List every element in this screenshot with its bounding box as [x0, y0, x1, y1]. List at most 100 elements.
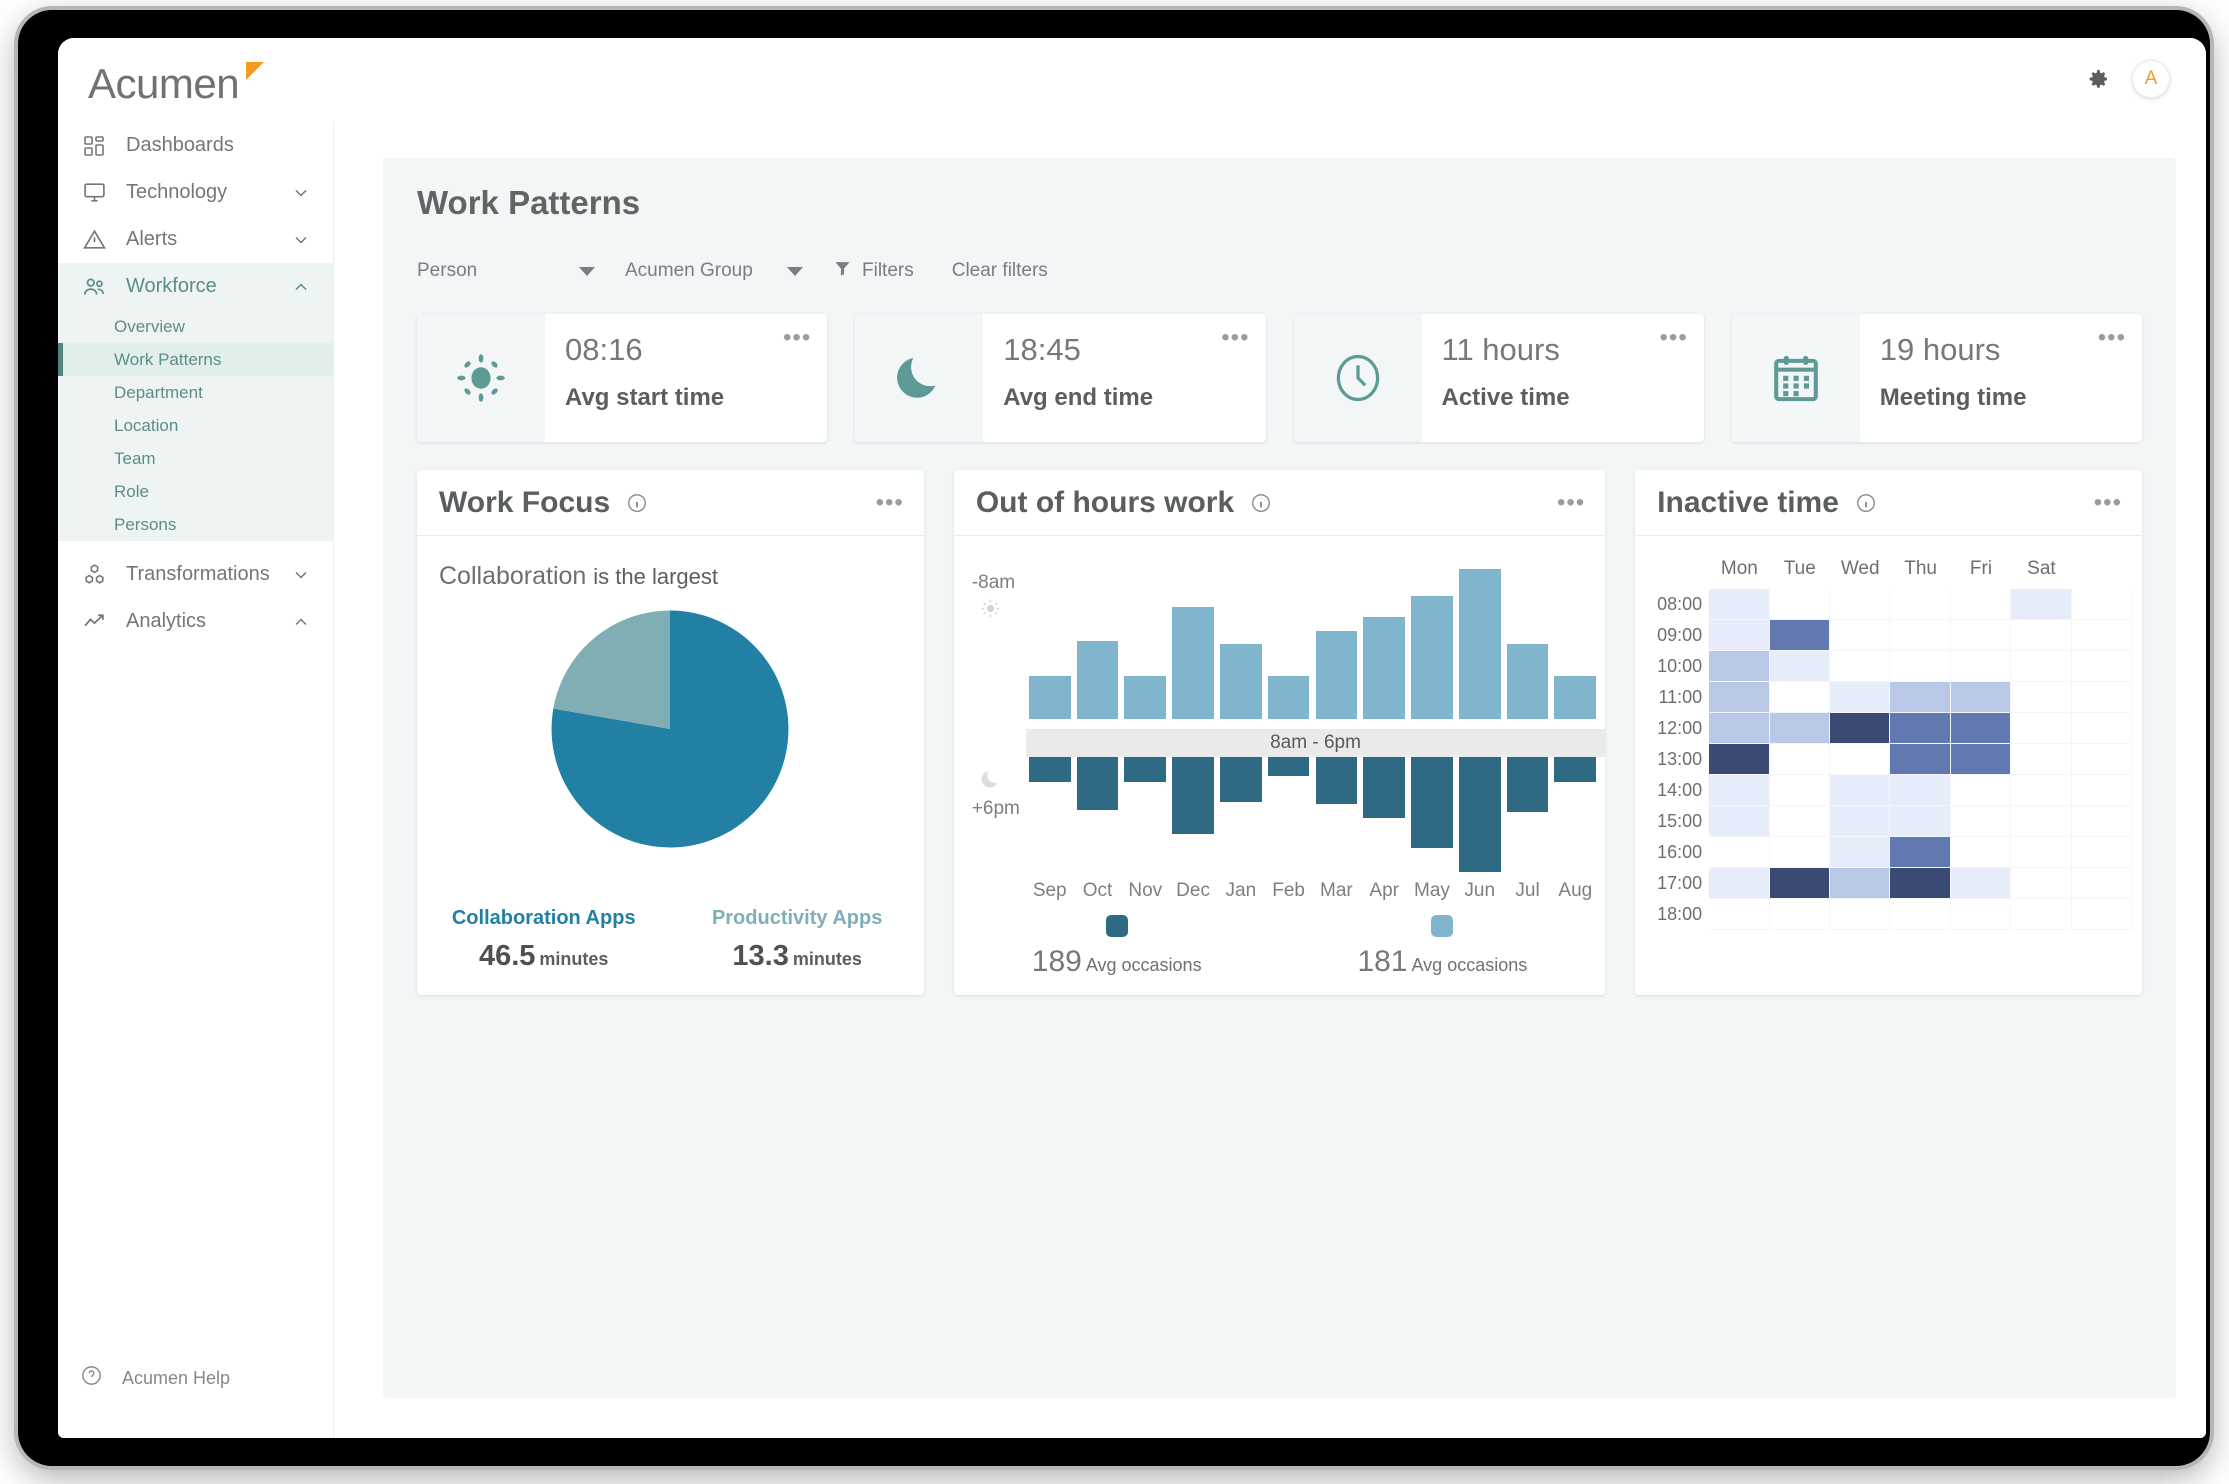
heatmap-cell[interactable]	[2071, 806, 2133, 837]
heatmap-cell[interactable]	[1769, 651, 1830, 682]
heatmap-cell[interactable]	[2011, 868, 2072, 899]
filters-button[interactable]: Filters	[833, 259, 914, 284]
heatmap-cell[interactable]	[1950, 868, 2012, 899]
legend-item-productivity[interactable]: Productivity Apps 13.3 minutes	[670, 907, 923, 973]
info-icon[interactable]	[626, 492, 648, 514]
heatmap-cell[interactable]	[1709, 682, 1770, 713]
widget-menu-icon[interactable]: •••	[1557, 490, 1585, 514]
heatmap-cell[interactable]	[1769, 713, 1830, 744]
heatmap-cell[interactable]	[2071, 744, 2133, 775]
heatmap-cell[interactable]	[1769, 682, 1830, 713]
heatmap-cell[interactable]	[2011, 651, 2072, 682]
bar-column[interactable]	[1169, 574, 1217, 874]
heatmap-cell[interactable]	[2011, 713, 2072, 744]
sidebar-item-work-patterns[interactable]: Work Patterns	[58, 343, 333, 376]
heatmap-cell[interactable]	[1890, 682, 1951, 713]
acumen-help-link[interactable]: Acumen Help	[58, 1364, 230, 1392]
person-select[interactable]: Person	[417, 260, 595, 282]
heatmap-cell[interactable]	[2011, 806, 2072, 837]
heatmap-cell[interactable]	[2071, 713, 2133, 744]
heatmap-cell[interactable]	[1769, 620, 1830, 651]
heatmap-cell[interactable]	[1709, 620, 1770, 651]
gear-icon[interactable]	[2086, 67, 2110, 91]
heatmap-cell[interactable]	[1890, 868, 1951, 899]
heatmap-cell[interactable]	[1829, 651, 1891, 682]
heatmap-cell[interactable]	[1769, 744, 1830, 775]
chevron-down-icon[interactable]	[291, 183, 311, 203]
heatmap-cell[interactable]	[1829, 775, 1891, 806]
app-logo[interactable]: Acumen	[88, 60, 240, 108]
pie-slice[interactable]	[553, 610, 671, 729]
heatmap-cell[interactable]	[2011, 682, 2072, 713]
heatmap-cell[interactable]	[2071, 775, 2133, 806]
kpi-menu-icon[interactable]: •••	[783, 326, 811, 350]
heatmap-cell[interactable]	[1709, 837, 1770, 868]
kpi-card-avg-start-time[interactable]: 08:16 Avg start time •••	[417, 314, 828, 442]
chevron-down-icon[interactable]	[291, 230, 311, 250]
heatmap-cell[interactable]	[1890, 775, 1951, 806]
heatmap-cell[interactable]	[2071, 868, 2133, 899]
out-of-hours-chart[interactable]: -8am +6pm 8am - 6pm Sep Oct Nov Dec Jan …	[954, 536, 1606, 995]
bar-column[interactable]	[1408, 574, 1456, 874]
heatmap-cell[interactable]	[1769, 837, 1830, 868]
bar-column[interactable]	[1313, 574, 1361, 874]
heatmap-cell[interactable]	[1950, 713, 2012, 744]
clear-filters-button[interactable]: Clear filters	[952, 260, 1048, 282]
heatmap-cell[interactable]	[1890, 837, 1951, 868]
sidebar-item-technology[interactable]: Technology	[58, 169, 333, 216]
bar-column[interactable]	[1504, 574, 1552, 874]
heatmap-cell[interactable]	[1769, 775, 1830, 806]
widget-menu-icon[interactable]: •••	[2094, 490, 2122, 514]
sidebar-item-department[interactable]: Department	[58, 376, 333, 409]
heatmap-cell[interactable]	[1769, 868, 1830, 899]
kpi-card-avg-end-time[interactable]: 18:45 Avg end time •••	[855, 314, 1266, 442]
heatmap-cell[interactable]	[1709, 713, 1770, 744]
heatmap-cell[interactable]	[1709, 868, 1770, 899]
heatmap-cell[interactable]	[1829, 682, 1891, 713]
heatmap-cell[interactable]	[1950, 837, 2012, 868]
heatmap-cell[interactable]	[2071, 682, 2133, 713]
heatmap-cell[interactable]	[1769, 899, 1830, 930]
heatmap-cell[interactable]	[2011, 620, 2072, 651]
bar-column[interactable]	[1217, 574, 1265, 874]
heatmap-cell[interactable]	[1829, 837, 1891, 868]
sidebar-item-team[interactable]: Team	[58, 442, 333, 475]
chevron-up-icon[interactable]	[291, 277, 311, 297]
heatmap-cell[interactable]	[1890, 620, 1951, 651]
heatmap-cell[interactable]	[1950, 589, 2012, 620]
heatmap-cell[interactable]	[1890, 713, 1951, 744]
bar-column[interactable]	[1360, 574, 1408, 874]
heatmap-cell[interactable]	[1890, 744, 1951, 775]
heatmap-cell[interactable]	[2011, 775, 2072, 806]
chevron-up-icon[interactable]	[291, 612, 311, 632]
sidebar-item-role[interactable]: Role	[58, 475, 333, 508]
kpi-menu-icon[interactable]: •••	[2098, 326, 2126, 350]
sidebar-item-persons[interactable]: Persons	[58, 508, 333, 541]
kpi-card-active-time[interactable]: 11 hours Active time •••	[1293, 314, 1704, 442]
heatmap-cell[interactable]	[1829, 806, 1891, 837]
heatmap-cell[interactable]	[2011, 837, 2072, 868]
heatmap-cell[interactable]	[1890, 589, 1951, 620]
pie-chart[interactable]	[417, 603, 924, 855]
heatmap-cell[interactable]	[1829, 744, 1891, 775]
heatmap-cell[interactable]	[1950, 744, 2012, 775]
group-select[interactable]: Acumen Group	[625, 260, 803, 282]
heatmap-cell[interactable]	[2011, 589, 2072, 620]
heatmap-cell[interactable]	[1829, 713, 1891, 744]
heatmap-cell[interactable]	[2071, 589, 2133, 620]
legend-item-collaboration[interactable]: Collaboration Apps 46.5 minutes	[417, 907, 670, 973]
heatmap-cell[interactable]	[2011, 899, 2072, 930]
sidebar-item-location[interactable]: Location	[58, 409, 333, 442]
kpi-card-meeting-time[interactable]: 19 hours Meeting time •••	[1731, 314, 2142, 442]
bar-column[interactable]	[1551, 574, 1599, 874]
heatmap-cell[interactable]	[1829, 589, 1891, 620]
heatmap-cell[interactable]	[1890, 899, 1951, 930]
chevron-down-icon[interactable]	[291, 565, 311, 585]
sidebar-item-dashboards[interactable]: Dashboards	[58, 122, 333, 169]
heatmap-cell[interactable]	[1769, 589, 1830, 620]
heatmap-cell[interactable]	[1709, 899, 1770, 930]
kpi-menu-icon[interactable]: •••	[1660, 326, 1688, 350]
widget-menu-icon[interactable]: •••	[876, 490, 904, 514]
heatmap-cell[interactable]	[1829, 868, 1891, 899]
heatmap-cell[interactable]	[1950, 806, 2012, 837]
